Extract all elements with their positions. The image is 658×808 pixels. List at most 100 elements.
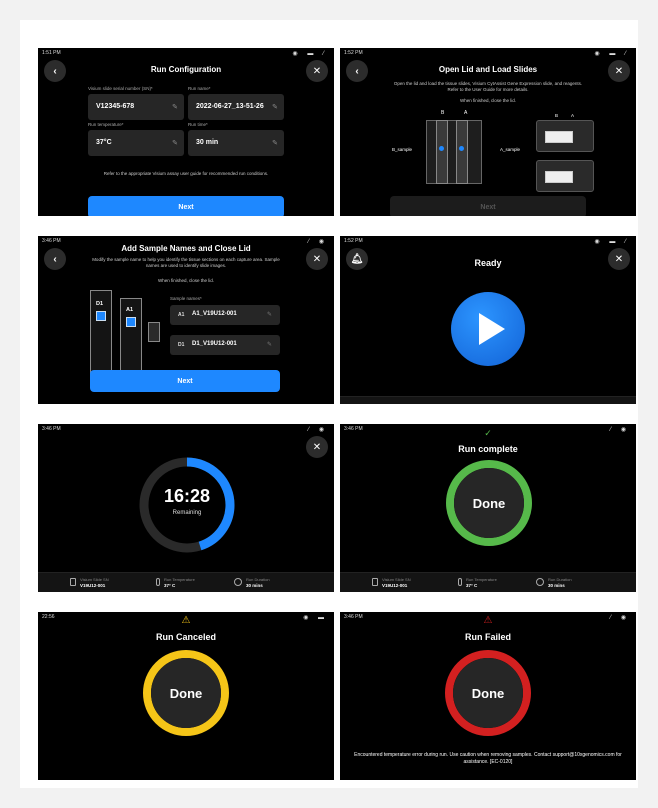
status-icons: ⁄ ◉ (308, 427, 328, 433)
status-icons: ◉ ▬ ⁄ (594, 51, 630, 57)
field-label: Run temperature* (88, 122, 124, 127)
status-time: 1:52 PM (344, 238, 363, 244)
screen-running: 3:46 PM ⁄ ◉ ✕ 16:28 Remaining Visium Sli… (38, 424, 334, 592)
screenshot-collage: 1:51 PM ◉ ▬ ⁄ ‹ ✕ Run Configuration Visi… (20, 20, 638, 788)
page-title: Ready (474, 258, 502, 268)
countdown-timer: 16:28 (163, 486, 211, 506)
slide-label: Visium Slide SN (382, 577, 411, 582)
close-icon: ✕ (312, 253, 322, 265)
sample-dot-b (439, 146, 444, 151)
card-label-b: B (555, 113, 559, 118)
next-button[interactable]: Next (90, 370, 280, 392)
pencil-icon[interactable]: ✎ (272, 103, 278, 111)
run-temperature-field[interactable]: Run temperature* 37°C ✎ (88, 122, 184, 156)
slide-sn-field[interactable]: Visium slide serial number (SN)* V12345-… (88, 86, 184, 120)
chevron-left-icon: ‹ (53, 253, 57, 265)
info-footer: Visium Slide SN V19U12-001 Run Temperatur… (38, 572, 334, 592)
field-value: 2022-06-27_13-51-26 (196, 103, 264, 110)
thermometer-icon (458, 578, 462, 586)
chip-icon (148, 322, 160, 342)
field-value: V12345-678 (96, 103, 135, 110)
sample-name-field-d1[interactable]: D1 D1_V19U12-001 ✎ (170, 335, 280, 355)
screen-run-complete: 3:46 PM ⁄ ◉ ✓ Run complete Done Visium S… (340, 424, 636, 592)
status-icons: ◉ ▬ ⁄ (292, 51, 328, 57)
close-lid-instruction: When finished, close the lid. (157, 278, 215, 283)
slot-label-b: B (441, 110, 445, 116)
temp-label: Run Temperature (466, 577, 497, 582)
instrument-diagram: B A (410, 110, 510, 190)
pencil-icon[interactable]: ✎ (172, 139, 178, 147)
screen-ready: 1:52 PM ◉ ▬ ⁄ 🔔︎ ✕ Ready (340, 236, 636, 404)
duration-info: Run Duration 30 mins (548, 577, 572, 590)
field-label: Run name* (188, 86, 211, 91)
sample-dot-a (459, 146, 464, 151)
play-icon (479, 313, 505, 345)
capture-area (96, 311, 106, 321)
status-icons: ◉ ▬ ⁄ (594, 239, 630, 245)
duration-info: Run Duration 30 mins (246, 577, 270, 590)
error-icon: ⚠ (483, 615, 493, 626)
run-name-field[interactable]: Run name* 2022-06-27_13-51-26 ✎ (188, 86, 284, 120)
slide-card-reagent (536, 160, 594, 192)
temp-value: 37° C (466, 583, 478, 588)
dur-value: 30 mins (548, 583, 565, 588)
dur-value: 30 mins (246, 583, 263, 588)
sample-names-label: Sample names* (170, 296, 202, 301)
next-button[interactable]: Next (88, 196, 284, 216)
dur-label: Run Duration (548, 577, 572, 582)
slide-a (456, 120, 468, 184)
remaining-label: Remaining (172, 510, 202, 516)
temp-label: Run Temperature (164, 577, 195, 582)
temp-value: 37° C (164, 583, 176, 588)
sample-name-value: A1_V19U12-001 (192, 311, 237, 317)
page-title: Run Canceled (155, 632, 216, 642)
slide-d1: D1 (90, 290, 112, 380)
pencil-icon[interactable]: ✎ (272, 139, 278, 147)
field-label: Visium slide serial number (SN)* (88, 86, 153, 91)
page-title: Run Failed (464, 632, 511, 642)
page-title: Open Lid and Load Slides (438, 65, 538, 74)
close-icon: ✕ (312, 441, 322, 453)
run-time-field[interactable]: Run time* 30 min ✎ (188, 122, 284, 156)
slide-image (545, 131, 573, 143)
field-value: 37°C (96, 139, 112, 146)
pencil-icon[interactable]: ✎ (267, 341, 272, 348)
info-footer (340, 396, 636, 404)
close-lid-instruction: When finished, close the lid. (459, 98, 517, 103)
page-title: Add Sample Names and Close Lid (121, 244, 251, 253)
screen-run-canceled: 22:56 ◉ ▬ ⚠ Run Canceled Done (38, 612, 334, 780)
field-label: Run time* (188, 122, 208, 127)
a-sample-label: A_sample (500, 147, 521, 152)
capture-area (126, 317, 136, 327)
done-button[interactable]: Done (453, 658, 523, 728)
sample-tag: A1 (178, 312, 185, 318)
info-footer: Visium Slide SN V19U12-001 Run Temperatur… (340, 572, 636, 592)
temperature-info: Run Temperature 37° C (164, 577, 195, 590)
pencil-icon[interactable]: ✎ (267, 311, 272, 318)
done-button[interactable]: Done (454, 468, 524, 538)
slide-info: Visium Slide SN V19U12-001 (80, 577, 109, 590)
slide-label-d1: D1 (96, 301, 104, 307)
screen-sample-names: 3:46 PM ⁄ ◉ ‹ ✕ Add Sample Names and Clo… (38, 236, 334, 404)
done-button[interactable]: Done (151, 658, 221, 728)
field-value: 30 min (196, 139, 219, 146)
pencil-icon[interactable]: ✎ (172, 103, 178, 111)
slide-b (436, 120, 448, 184)
next-button-disabled[interactable]: Next (390, 196, 586, 216)
play-button[interactable] (451, 292, 525, 366)
close-button[interactable]: ✕ (306, 436, 328, 458)
temperature-info: Run Temperature 37° C (466, 577, 497, 590)
slide-icon (70, 578, 76, 586)
slide-value: V19U12-001 (382, 583, 408, 588)
slide-label: Visium Slide SN (80, 577, 109, 582)
slot-label-a: A (464, 110, 468, 116)
slide-a1: A1 (120, 298, 142, 380)
card-label-a: A (571, 113, 575, 118)
run-conditions-note: Refer to the appropriate Visium assay us… (103, 171, 269, 176)
sample-name-value: D1_V19U12-001 (192, 341, 237, 347)
screen-run-configuration: 1:51 PM ◉ ▬ ⁄ ‹ ✕ Run Configuration Visi… (38, 48, 334, 216)
clock-icon (536, 578, 544, 586)
sample-name-instructions: Modify the sample name to help you ident… (92, 257, 280, 269)
load-instructions: Open the lid and load the tissue slides,… (393, 81, 583, 93)
sample-name-field-a1[interactable]: A1 A1_V19U12-001 ✎ (170, 305, 280, 325)
